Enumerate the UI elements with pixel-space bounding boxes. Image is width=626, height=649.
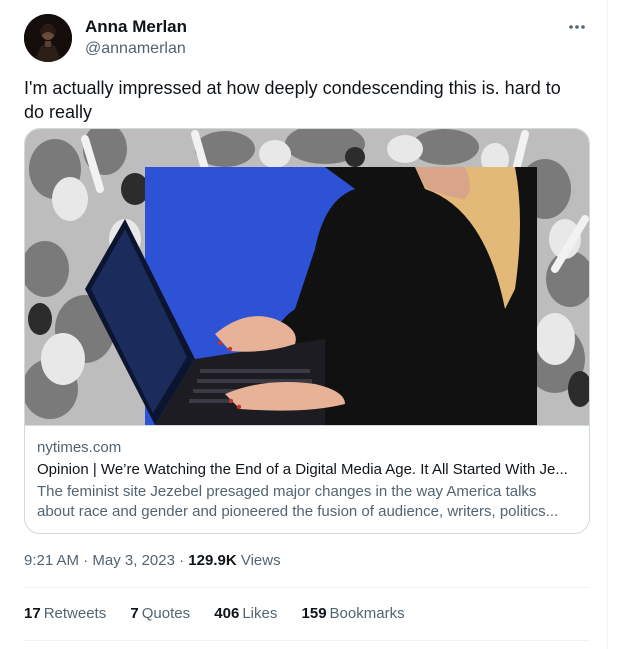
author-names: Anna Merlan @annamerlan: [85, 16, 187, 60]
bookmarks-count: 159: [301, 605, 327, 622]
tweet-date[interactable]: May 3, 2023: [92, 552, 175, 569]
card-domain: nytimes.com: [37, 439, 122, 456]
views-label: Views: [240, 552, 281, 569]
tweet: Anna Merlan @annamerlan I'm actually imp…: [0, 0, 608, 649]
bookmarks-stat[interactable]: 159 Bookmarks: [302, 604, 405, 624]
meta-separator: ·: [179, 552, 185, 569]
retweets-label: Retweets: [43, 605, 107, 622]
tweet-text: I'm actually impressed at how deeply con…: [24, 78, 561, 122]
card-image: [25, 129, 589, 425]
quotes-stat[interactable]: 7 Quotes: [130, 604, 190, 624]
more-horizontal-icon: [569, 25, 585, 29]
article-illustration: [25, 129, 589, 425]
bookmarks-label: Bookmarks: [329, 605, 405, 622]
more-options-button[interactable]: [560, 14, 594, 40]
divider: [24, 587, 590, 588]
profile-photo-icon: [24, 14, 72, 62]
author-display-name[interactable]: Anna Merlan: [85, 16, 187, 38]
meta-separator: ·: [83, 552, 89, 569]
tweet-header: Anna Merlan @annamerlan: [24, 14, 594, 64]
likes-count: 406: [214, 605, 240, 622]
retweets-count: 17: [24, 605, 41, 622]
likes-stat[interactable]: 406 Likes: [214, 604, 277, 624]
views-count: 129.9K: [188, 552, 237, 569]
retweets-stat[interactable]: 17 Retweets: [24, 604, 106, 624]
card-description: The feminist site Jezebel presaged major…: [37, 483, 559, 520]
engagement-stats: 17 Retweets 7 Quotes 406 Likes 159 Bookmarks: [24, 604, 425, 624]
quotes-label: Quotes: [141, 605, 191, 622]
likes-label: Likes: [242, 605, 278, 622]
tweet-meta: 9:21 AM · May 3, 2023 · 129.9K Views: [24, 551, 281, 571]
card-body: nytimes.com Opinion | We’re Watching the…: [25, 425, 589, 533]
divider: [24, 640, 590, 641]
card-title: Opinion | We’re Watching the End of a Di…: [37, 461, 568, 478]
avatar[interactable]: [24, 14, 72, 62]
link-preview-card[interactable]: nytimes.com Opinion | We’re Watching the…: [24, 128, 590, 534]
tweet-time[interactable]: 9:21 AM: [24, 552, 79, 569]
author-handle[interactable]: @annamerlan: [85, 38, 187, 60]
quotes-count: 7: [130, 605, 139, 622]
